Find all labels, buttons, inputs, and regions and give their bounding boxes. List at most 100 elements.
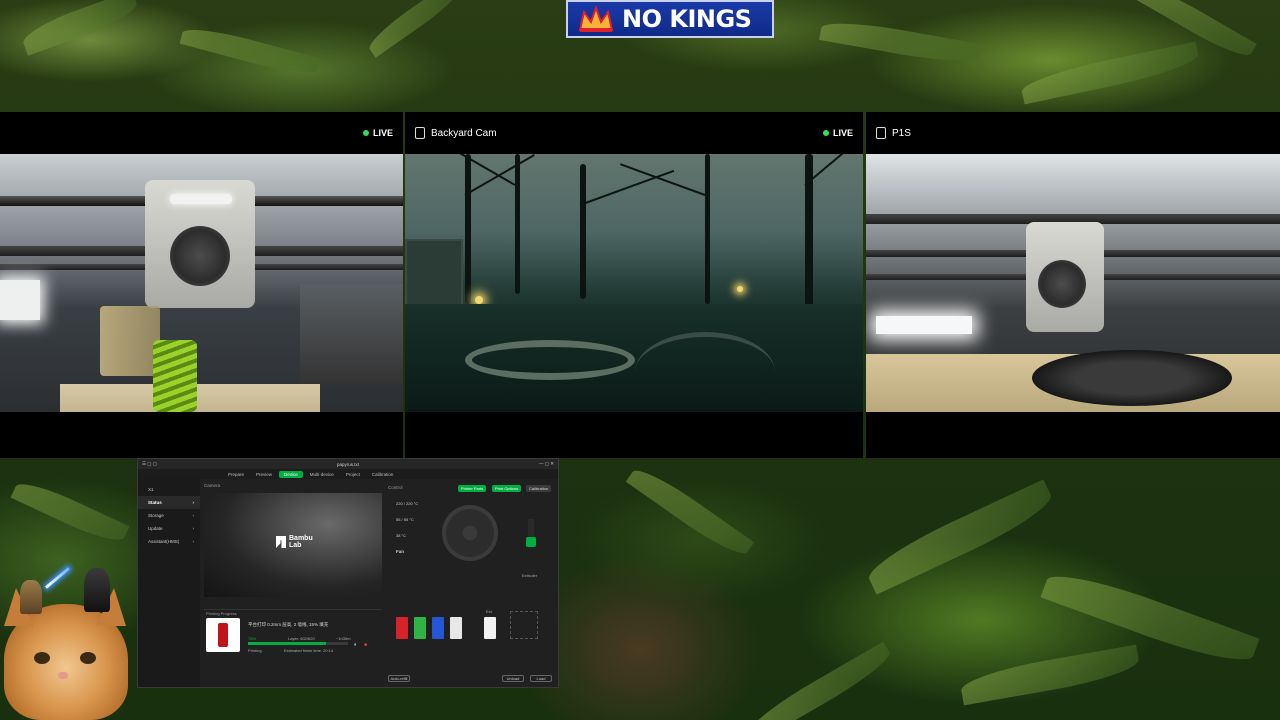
foliage — [10, 475, 130, 549]
tab-bar: Prepare Preview Device Multi-device Proj… — [138, 469, 558, 479]
print-progress-bar — [248, 642, 348, 645]
tab-preview[interactable]: Preview — [251, 471, 277, 478]
camera-tile-3[interactable]: P1S — [866, 112, 1280, 458]
camera-title-text: P1S — [892, 127, 911, 139]
camera-section-label: Camera — [204, 483, 221, 488]
banner-text: NO KINGS — [622, 5, 752, 33]
camera-title: P1S — [876, 127, 911, 139]
camera-feed-p1s — [866, 154, 1280, 412]
foliage — [625, 462, 755, 562]
live-dot-icon — [362, 130, 369, 136]
pause-icon[interactable]: ⏸ — [354, 642, 357, 648]
ams-slot-3[interactable] — [432, 617, 444, 639]
tab-prepare[interactable]: Prepare — [223, 471, 249, 478]
foliage — [958, 644, 1142, 706]
tab-calibration[interactable]: Calibration — [367, 471, 399, 478]
camera-tile-2[interactable]: Backyard Cam LIVE — [405, 112, 863, 458]
tab-project[interactable]: Project — [341, 471, 365, 478]
ams-diagram — [510, 611, 538, 639]
device-selector[interactable]: X1 — [138, 483, 200, 496]
sidebar-item-status[interactable]: Status › — [138, 496, 200, 509]
auto-refill-button[interactable]: Auto-refill — [388, 675, 410, 682]
camera-header: P1S — [866, 112, 1280, 154]
unload-button[interactable]: Unload — [502, 675, 524, 682]
external-spool-label: Ext — [486, 609, 492, 614]
camera-icon — [876, 127, 886, 139]
progress-fill — [248, 642, 326, 645]
axis-jog-dpad[interactable] — [442, 505, 498, 561]
crown-icon — [576, 4, 616, 34]
foliage — [744, 641, 896, 720]
chevron-right-icon: › — [192, 500, 195, 505]
foliage — [1019, 41, 1201, 105]
camera-header: LIVE — [0, 112, 403, 154]
no-kings-banner: NO KINGS — [566, 0, 774, 38]
printer-camera-view[interactable]: Bambu Lab — [204, 493, 382, 597]
bambu-logo-icon — [276, 536, 286, 548]
print-options-button[interactable]: Print Options — [492, 485, 522, 492]
chevron-right-icon: › — [192, 539, 195, 544]
sidebar-item-assistant[interactable]: Assistant(HMS) › — [138, 535, 200, 548]
camera-title-text: Backyard Cam — [431, 127, 497, 139]
extruder-icon — [526, 537, 536, 547]
window-controls[interactable]: — ▢ ✕ — [539, 461, 554, 467]
jedi-figure — [20, 580, 42, 614]
live-dot-icon — [822, 130, 829, 136]
ams-slot-2[interactable] — [414, 617, 426, 639]
foliage — [19, 0, 141, 56]
sidebar-item-label: Assistant(HMS) — [148, 539, 180, 544]
live-label: LIVE — [832, 128, 853, 138]
load-button[interactable]: Load — [530, 675, 552, 682]
sidebar-item-label: Update — [148, 526, 163, 531]
foliage — [862, 479, 1058, 595]
bambu-logo-text: Bambu Lab — [289, 535, 313, 549]
bed-temp[interactable]: 55 / 55 °C — [396, 517, 414, 522]
calibration-button[interactable]: Calibration — [526, 485, 552, 492]
chevron-right-icon: › — [192, 526, 195, 531]
job-name: 平台打印 0.2mm 层高, 2 墙线, 15% 填充 — [248, 622, 329, 627]
printer-parts-button[interactable]: Printer Parts — [458, 485, 487, 492]
fan-label: Fan — [396, 549, 405, 554]
camera-feed-backyard — [405, 154, 863, 412]
window-title: papyrus.txt — [337, 461, 360, 467]
job-thumbnail — [206, 618, 240, 652]
live-indicator: LIVE — [362, 128, 393, 138]
progress-percent: 78% — [248, 636, 257, 641]
foliage — [819, 16, 981, 68]
control-section-label: Control — [388, 485, 403, 490]
ams-slot-1[interactable] — [396, 617, 408, 639]
window-titlebar: ☰ ▢ ▢ papyrus.txt — ▢ ✕ — [138, 459, 558, 469]
external-spool[interactable] — [484, 617, 496, 639]
bambu-studio-window[interactable]: ☰ ▢ ▢ papyrus.txt — ▢ ✕ Prepare Preview … — [137, 458, 559, 688]
nozzle-temp[interactable]: 220 / 220 °C — [396, 501, 418, 506]
device-sidebar: X1 Status › Storage › Update › Assistant(HM… — [138, 479, 200, 687]
foliage — [364, 0, 466, 58]
sidebar-item-label: Storage — [148, 513, 164, 518]
estimated-finish: Estimated finish time: 20:14 — [284, 648, 334, 653]
tab-multi-device[interactable]: Multi-device — [305, 471, 339, 478]
camera-title: Backyard Cam — [415, 127, 497, 139]
layer-count: Layer: 602/620 — [288, 636, 315, 641]
chevron-right-icon: › — [192, 513, 195, 518]
sidebar-item-update[interactable]: Update › — [138, 522, 200, 535]
menu-icon[interactable]: ☰ ▢ ▢ — [142, 461, 157, 467]
sith-figure — [84, 568, 110, 612]
foliage — [179, 22, 321, 80]
sidebar-item-label: Status — [148, 500, 162, 505]
print-job-panel: Printing Progress 平台打印 0.2mm 层高, 2 墙线, 1… — [204, 609, 382, 659]
control-panel: Control Printer Parts Print Options Cali… — [386, 481, 558, 687]
tab-device[interactable]: Device — [279, 470, 303, 478]
bambu-logo: Bambu Lab — [276, 535, 317, 549]
sidebar-item-storage[interactable]: Storage › — [138, 509, 200, 522]
live-indicator: LIVE — [822, 128, 853, 138]
extruder-label: Extruder — [522, 573, 538, 578]
camera-tile-1[interactable]: LIVE — [0, 112, 403, 458]
job-section-label: Printing Progress — [206, 611, 237, 616]
ams-slot-4[interactable] — [450, 617, 462, 639]
print-status: Printing — [248, 648, 262, 653]
time-remaining: ~1h36m — [336, 636, 351, 641]
camera-feed-printer — [0, 154, 403, 412]
device-name: X1 — [148, 487, 154, 492]
stop-icon[interactable]: ■ — [364, 642, 367, 648]
live-label: LIVE — [372, 128, 393, 138]
